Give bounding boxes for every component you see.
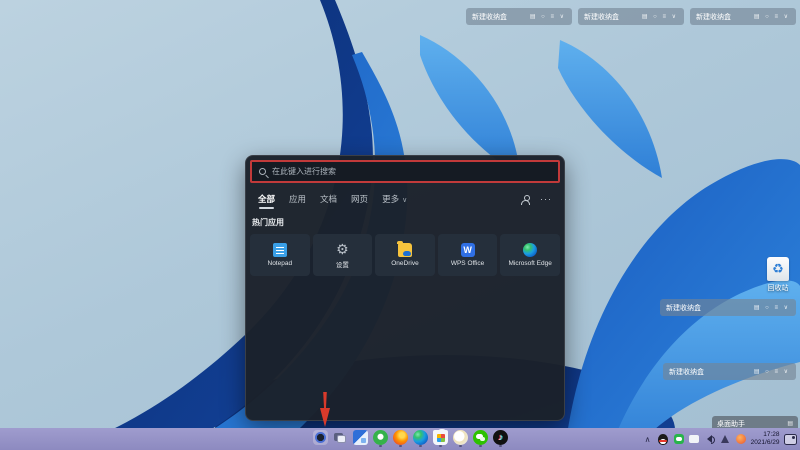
recycle-bin-label: 回收站	[760, 283, 796, 293]
taskbar-center-icons: ♪	[293, 430, 508, 445]
storage-box-label: 新建收纳盒	[696, 12, 731, 22]
network-icon[interactable]	[720, 434, 731, 445]
annotation-arrow	[316, 392, 334, 428]
clock-time: 17:28	[751, 431, 780, 439]
search-flyout-panel: 全部 应用 文档 网页 更多∨ ··· 热门应用 Notepad ⚙ 设置 On…	[245, 155, 565, 421]
wechat-icon[interactable]	[473, 430, 488, 445]
search-box-highlighted[interactable]	[250, 160, 560, 183]
recycle-bin-icon: ♻	[767, 257, 789, 281]
tray-expand-chevron-icon[interactable]: ∧	[642, 434, 653, 445]
chat-tray-icon[interactable]	[689, 434, 700, 445]
storage-box-bar[interactable]: 新建收纳盒 ▤ ○ ≡ ∨	[466, 8, 572, 25]
top-apps-section-title: 热门应用	[246, 205, 564, 234]
app-tile-label: Notepad	[268, 260, 293, 267]
widgets-button[interactable]	[353, 430, 368, 445]
wechat-tray-icon[interactable]	[673, 434, 684, 445]
storage-box-controls-icon[interactable]: ▤ ○ ≡ ∨	[642, 13, 678, 20]
app-tile-microsoft-edge[interactable]: Microsoft Edge	[500, 234, 560, 276]
tab-documents[interactable]: 文档	[320, 193, 337, 205]
search-icon	[259, 168, 266, 175]
onedrive-icon	[398, 243, 412, 257]
round-app-icon[interactable]	[453, 430, 468, 445]
edge-icon	[523, 243, 537, 257]
app-tile-onedrive[interactable]: OneDrive	[375, 234, 435, 276]
edge-taskbar-icon[interactable]	[413, 430, 428, 445]
browser-app-icon[interactable]	[393, 430, 408, 445]
tab-web[interactable]: 网页	[351, 193, 368, 205]
app-tile-label: Microsoft Edge	[508, 260, 551, 267]
system-tray: ∧ 17:28 2021/6/29	[642, 428, 797, 450]
storage-box-label: 新建收纳盒	[584, 12, 619, 22]
volume-icon[interactable]	[704, 434, 715, 445]
app-tile-settings[interactable]: ⚙ 设置	[313, 234, 373, 276]
storage-box-bar[interactable]: 新建收纳盒 ▤ ○ ≡ ∨	[660, 299, 796, 316]
douyin-icon[interactable]: ♪	[493, 430, 508, 445]
start-button[interactable]	[293, 430, 308, 445]
taskbar: ♪ ∧ 17:28 2021/6/29	[0, 428, 800, 450]
desktop: 新建收纳盒 ▤ ○ ≡ ∨ 新建收纳盒 ▤ ○ ≡ ∨ 新建收纳盒 ▤ ○ ≡ …	[0, 0, 800, 450]
tab-apps[interactable]: 应用	[289, 193, 306, 205]
360-app-icon[interactable]	[373, 430, 388, 445]
app-tile-label: 设置	[336, 259, 349, 269]
app-tile-wps-office[interactable]: W WPS Office	[438, 234, 498, 276]
storage-box-label: 新建收纳盒	[472, 12, 507, 22]
notepad-icon	[273, 243, 287, 257]
chevron-down-icon: ∨	[402, 197, 407, 204]
qq-tray-icon[interactable]	[658, 434, 669, 445]
gear-icon: ⚙	[335, 242, 349, 256]
notification-center-icon[interactable]	[784, 434, 797, 445]
app-tile-label: OneDrive	[391, 260, 418, 267]
storage-box-label: 新建收纳盒	[669, 367, 704, 377]
search-orb-icon	[315, 432, 326, 443]
storage-box-controls-icon[interactable]: ▤ ○ ≡ ∨	[754, 368, 790, 375]
clock-date: 2021/6/29	[751, 439, 780, 447]
desktop-assistant-icon: ▤	[787, 420, 793, 427]
tab-all[interactable]: 全部	[258, 193, 275, 205]
storage-box-controls-icon[interactable]: ▤ ○ ≡ ∨	[754, 13, 790, 20]
storage-box-controls-icon[interactable]: ▤ ○ ≡ ∨	[754, 304, 790, 311]
taskbar-search-button[interactable]	[313, 430, 328, 445]
more-options-icon[interactable]: ···	[540, 194, 552, 204]
app-tile-notepad[interactable]: Notepad	[250, 234, 310, 276]
search-filter-tabs: 全部 应用 文档 网页 更多∨ ···	[246, 183, 564, 205]
taskbar-clock[interactable]: 17:28 2021/6/29	[751, 431, 780, 447]
account-icon[interactable]	[521, 195, 530, 204]
wps-office-icon: W	[461, 243, 475, 257]
search-input[interactable]	[272, 167, 551, 176]
top-apps-grid: Notepad ⚙ 设置 OneDrive W WPS Office Micro…	[246, 234, 564, 276]
desktop-assistant-label: 桌面助手	[717, 419, 745, 429]
storage-box-controls-icon[interactable]: ▤ ○ ≡ ∨	[530, 13, 566, 20]
app-tile-label: WPS Office	[451, 260, 484, 267]
storage-box-label: 新建收纳盒	[666, 303, 701, 313]
recycle-bin-shortcut[interactable]: ♻ 回收站	[760, 257, 796, 293]
storage-box-bar[interactable]: 新建收纳盒 ▤ ○ ≡ ∨	[578, 8, 684, 25]
microsoft-store-icon[interactable]	[433, 430, 448, 445]
tab-more[interactable]: 更多∨	[382, 193, 407, 205]
storage-box-bar[interactable]: 新建收纳盒 ▤ ○ ≡ ∨	[690, 8, 796, 25]
security-tray-icon[interactable]	[735, 434, 746, 445]
storage-box-bar[interactable]: 新建收纳盒 ▤ ○ ≡ ∨	[663, 363, 796, 380]
task-view-button[interactable]	[333, 430, 348, 445]
